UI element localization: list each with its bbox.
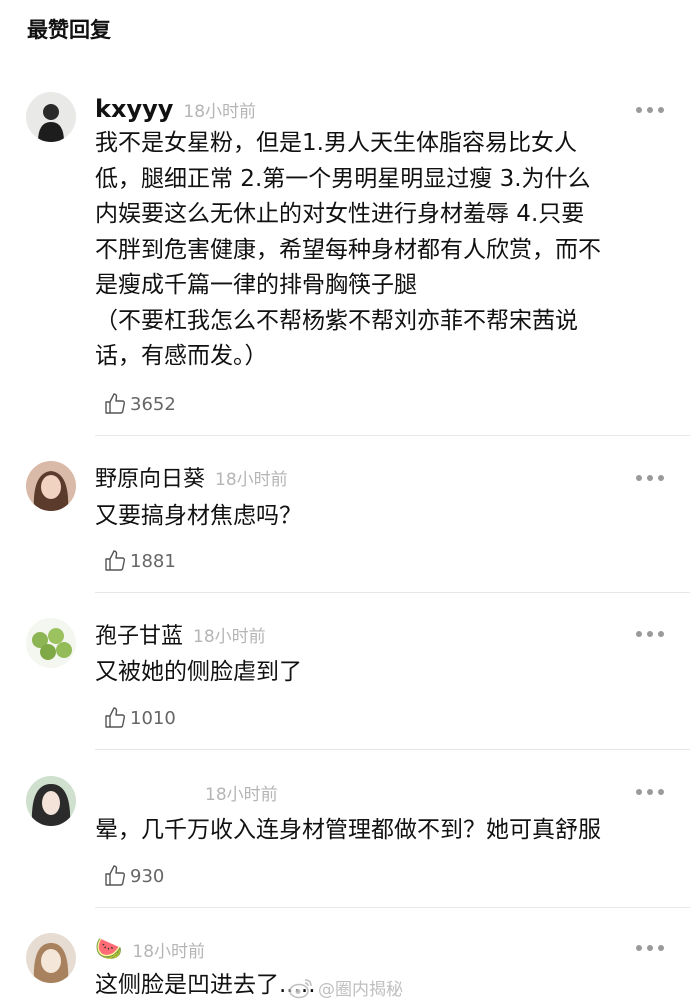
thumbs-up-icon bbox=[105, 865, 126, 886]
like-button[interactable]: 1881 bbox=[103, 548, 176, 574]
more-options-icon[interactable] bbox=[636, 105, 664, 115]
weibo-logo-icon bbox=[289, 978, 312, 998]
comment-text: 晕，几千万收入连身材管理都做不到？她可真舒服 bbox=[95, 817, 601, 843]
section-title: 最赞回复 bbox=[27, 18, 111, 42]
divider bbox=[95, 592, 690, 593]
timestamp: 18小时前 bbox=[183, 101, 257, 122]
avatar[interactable] bbox=[26, 92, 76, 142]
like-button[interactable]: 930 bbox=[103, 863, 164, 889]
like-count: 930 bbox=[130, 865, 165, 887]
comment-text: 又要搞身材焦虑吗？ bbox=[95, 503, 302, 529]
avatar[interactable] bbox=[26, 933, 76, 983]
comment-text: 我不是女星粉，但是1.男人天生体脂容易比女人 低，腿细正常 2.第一个男明星明显… bbox=[95, 130, 601, 369]
thumbs-up-icon bbox=[105, 707, 126, 728]
comment-text: 又被她的侧脸虐到了 bbox=[95, 659, 302, 685]
like-count: 3652 bbox=[130, 393, 176, 415]
username[interactable]: 孢子甘蓝 bbox=[95, 618, 183, 650]
username[interactable]: 🍉 bbox=[95, 937, 122, 962]
thumbs-up-icon bbox=[105, 393, 126, 414]
more-options-icon[interactable] bbox=[636, 787, 664, 797]
timestamp: 18小时前 bbox=[205, 784, 278, 805]
divider bbox=[95, 907, 690, 908]
divider bbox=[95, 435, 690, 436]
like-count: 1881 bbox=[130, 550, 176, 572]
username[interactable]: 野原向日葵 bbox=[95, 461, 205, 493]
avatar[interactable] bbox=[26, 461, 76, 511]
timestamp: 18小时前 bbox=[193, 626, 266, 647]
watermark: @圈内揭秘 bbox=[288, 975, 403, 1000]
more-options-icon[interactable] bbox=[636, 473, 664, 483]
like-button[interactable]: 1010 bbox=[103, 705, 176, 731]
like-button[interactable]: 3652 bbox=[103, 391, 176, 417]
thumbs-up-icon bbox=[105, 550, 126, 571]
watermark-text: @圈内揭秘 bbox=[318, 980, 403, 1000]
like-count: 1010 bbox=[130, 707, 176, 729]
avatar[interactable] bbox=[26, 776, 76, 826]
timestamp: 18小时前 bbox=[132, 941, 206, 962]
divider bbox=[95, 749, 690, 750]
timestamp: 18小时前 bbox=[215, 469, 288, 490]
username[interactable]: kxyyy bbox=[95, 95, 173, 123]
more-options-icon[interactable] bbox=[636, 629, 664, 639]
avatar[interactable] bbox=[26, 618, 76, 668]
more-options-icon[interactable] bbox=[636, 943, 664, 953]
